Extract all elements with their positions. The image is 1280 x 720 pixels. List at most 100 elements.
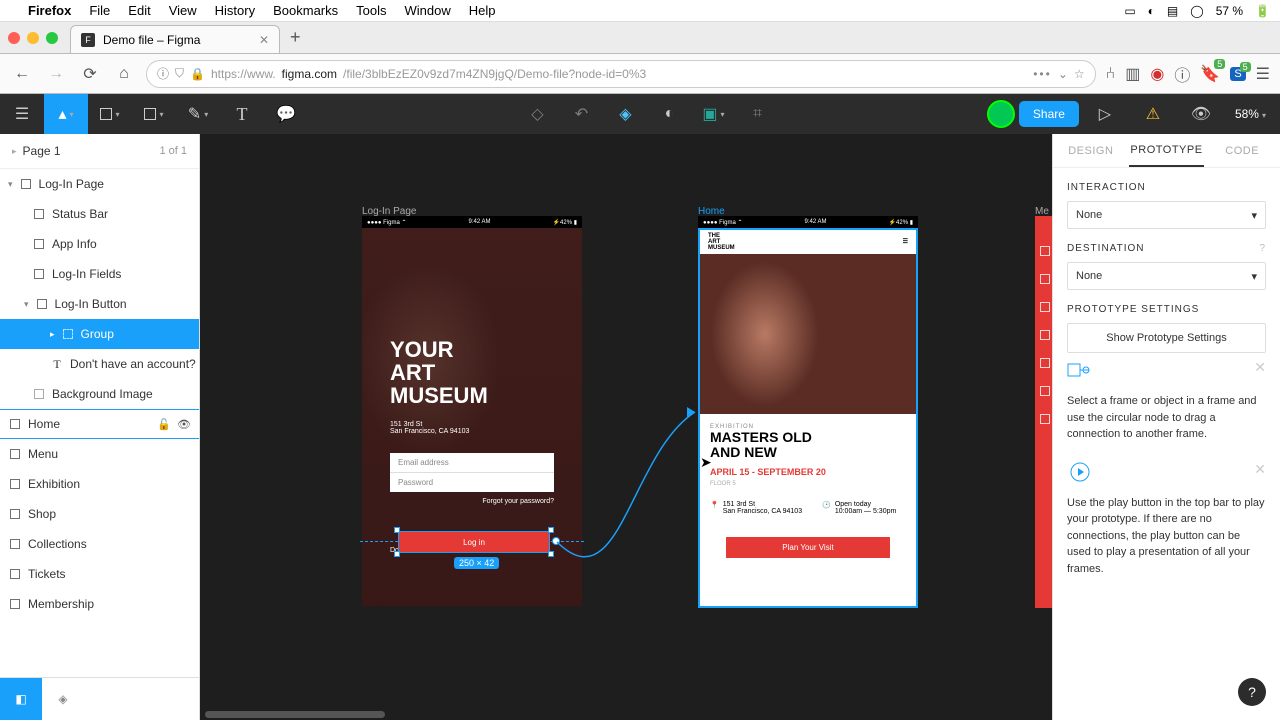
shield-icon[interactable]: ⛉ (175, 66, 184, 81)
menu-help[interactable]: Help (469, 3, 496, 18)
pen-tool-icon[interactable]: ✎▾ (176, 94, 220, 134)
reset-icon[interactable]: ↶ (559, 94, 603, 134)
move-tool-icon[interactable]: ▴▾ (44, 94, 88, 134)
page-selector[interactable]: ▸ Page 1 1 of 1 (0, 134, 199, 168)
forward-button[interactable]: → (44, 62, 68, 86)
window-close-icon[interactable] (8, 32, 20, 44)
tab-prototype[interactable]: PROTOTYPE (1129, 134, 1205, 167)
forgot-password-link[interactable]: Forgot your password? (390, 498, 554, 505)
close-hint-icon[interactable]: ✕ (1254, 461, 1266, 478)
selection-handle[interactable] (548, 527, 554, 533)
hamburger-icon[interactable]: ☰ (1256, 64, 1270, 84)
destination-select[interactable]: None▾ (1067, 262, 1266, 290)
layers-tab-icon[interactable]: ◧ (0, 678, 42, 720)
layer-menu[interactable]: Menu (0, 439, 199, 469)
help-button[interactable]: ? (1238, 678, 1266, 706)
info-icon[interactable]: ⓘ (157, 65, 169, 82)
layer-exhibition[interactable]: Exhibition (0, 469, 199, 499)
home-button[interactable]: ⌂ (112, 62, 136, 86)
layer-collections[interactable]: Collections (0, 529, 199, 559)
password-field[interactable]: Password (390, 472, 554, 492)
menu-bookmarks[interactable]: Bookmarks (273, 3, 338, 18)
ext-info-icon[interactable]: ⓘ (1174, 62, 1190, 86)
browser-tab[interactable]: F Demo file – Figma ✕ (70, 25, 280, 53)
layer-app-info[interactable]: App Info (0, 229, 199, 259)
ext-tag-icon[interactable]: 🔖5 (1200, 64, 1220, 84)
layer-login-button[interactable]: ▾Log-In Button (0, 289, 199, 319)
menu-icon[interactable]: ☰ (903, 239, 908, 245)
selection-handle[interactable] (394, 527, 400, 533)
warning-icon[interactable]: ⚠ (1131, 94, 1175, 134)
circle-icon[interactable]: ◯ (1190, 4, 1203, 18)
lock-icon[interactable]: 🔓 (157, 418, 171, 431)
menu-window[interactable]: Window (405, 3, 451, 18)
moon-icon[interactable]: ◐ (1148, 4, 1155, 18)
login-button[interactable]: Log in (398, 531, 550, 553)
present-icon[interactable]: ▷ (1083, 94, 1127, 134)
crop-icon[interactable]: ⌗ (735, 94, 779, 134)
align-icon[interactable]: ◈ (603, 94, 647, 134)
selection-handle[interactable] (548, 551, 554, 557)
layer-group[interactable]: ▸Group (0, 319, 199, 349)
screencast-icon[interactable]: ▭ (1124, 4, 1135, 18)
user-avatar[interactable] (987, 100, 1015, 128)
back-button[interactable]: ← (10, 62, 34, 86)
layer-status-bar[interactable]: Status Bar (0, 199, 199, 229)
show-proto-settings-button[interactable]: Show Prototype Settings (1067, 323, 1266, 353)
boolean-icon[interactable]: ▣▾ (691, 94, 735, 134)
window-minimize-icon[interactable] (27, 32, 39, 44)
reader-icon[interactable]: ▥ (1125, 64, 1140, 84)
menu-file[interactable]: File (89, 3, 110, 18)
tray-icon[interactable]: ▤ (1167, 4, 1178, 18)
assets-tab-icon[interactable]: ◈ (42, 678, 84, 720)
layer-shop[interactable]: Shop (0, 499, 199, 529)
close-tab-icon[interactable]: ✕ (259, 33, 269, 47)
email-field[interactable]: Email address (390, 453, 554, 472)
menu-view[interactable]: View (169, 3, 197, 18)
ext-s-icon[interactable]: S5 (1230, 67, 1245, 81)
prototype-node-icon[interactable] (552, 537, 560, 545)
frame-tool-icon[interactable]: ▾ (88, 94, 132, 134)
page-actions-icon[interactable]: ••• (1033, 67, 1052, 81)
interaction-select[interactable]: None▾ (1067, 201, 1266, 229)
selection-handle[interactable] (394, 551, 400, 557)
layer-bg-image[interactable]: Background Image (0, 379, 199, 409)
layer-login-page[interactable]: ▾Log-In Page (0, 169, 199, 199)
component-icon[interactable]: ◇ (515, 94, 559, 134)
zoom-level[interactable]: 58%▾ (1227, 107, 1274, 121)
url-field[interactable]: ⓘ ⛉ 🔒 https://www.figma.com/file/3blbEzE… (146, 60, 1096, 88)
layer-home[interactable]: Home🔓👁 (0, 409, 199, 439)
app-name[interactable]: Firefox (28, 3, 71, 18)
canvas-h-scrollbar[interactable] (205, 711, 385, 718)
layer-tickets[interactable]: Tickets (0, 559, 199, 589)
main-menu-icon[interactable]: ☰ (0, 94, 44, 134)
bookmark-star-icon[interactable]: ☆ (1074, 67, 1085, 81)
view-icon[interactable]: 👁 (1179, 94, 1223, 134)
eye-icon[interactable]: 👁 (177, 418, 191, 431)
tab-design[interactable]: DESIGN (1053, 134, 1129, 167)
new-tab-icon[interactable]: + (290, 27, 301, 48)
ext-abp-icon[interactable]: ◉ (1150, 64, 1164, 84)
reload-button[interactable]: ⟳ (78, 62, 102, 86)
text-tool-icon[interactable]: T (220, 94, 264, 134)
share-button[interactable]: Share (1019, 101, 1079, 127)
mask-icon[interactable]: ◐ (647, 94, 691, 134)
pocket-icon[interactable]: ⌄ (1058, 67, 1068, 81)
menu-tools[interactable]: Tools (356, 3, 386, 18)
tab-code[interactable]: CODE (1204, 134, 1280, 167)
window-zoom-icon[interactable] (46, 32, 58, 44)
layer-membership[interactable]: Membership (0, 589, 199, 619)
shape-tool-icon[interactable]: ▾ (132, 94, 176, 134)
library-icon[interactable]: ⑃ (1106, 65, 1116, 83)
lock-icon[interactable]: 🔒 (190, 67, 205, 81)
menu-edit[interactable]: Edit (128, 3, 150, 18)
comment-tool-icon[interactable]: 💬 (264, 94, 308, 134)
help-icon[interactable]: ? (1259, 243, 1266, 254)
menu-history[interactable]: History (215, 3, 255, 18)
home-frame[interactable]: ●●●● Figma ⌃9:42 AM⚡42% ▮ THE ART MUSEUM… (698, 216, 918, 608)
figma-canvas[interactable]: Log-In Page Home Me ●●●● Figma ⌃9:42 AM⚡… (200, 134, 1280, 720)
layer-login-fields[interactable]: Log-In Fields (0, 259, 199, 289)
plan-visit-button[interactable]: Plan Your Visit (726, 537, 890, 558)
close-hint-icon[interactable]: ✕ (1254, 359, 1266, 376)
layer-no-account[interactable]: TDon't have an account? (0, 349, 199, 379)
